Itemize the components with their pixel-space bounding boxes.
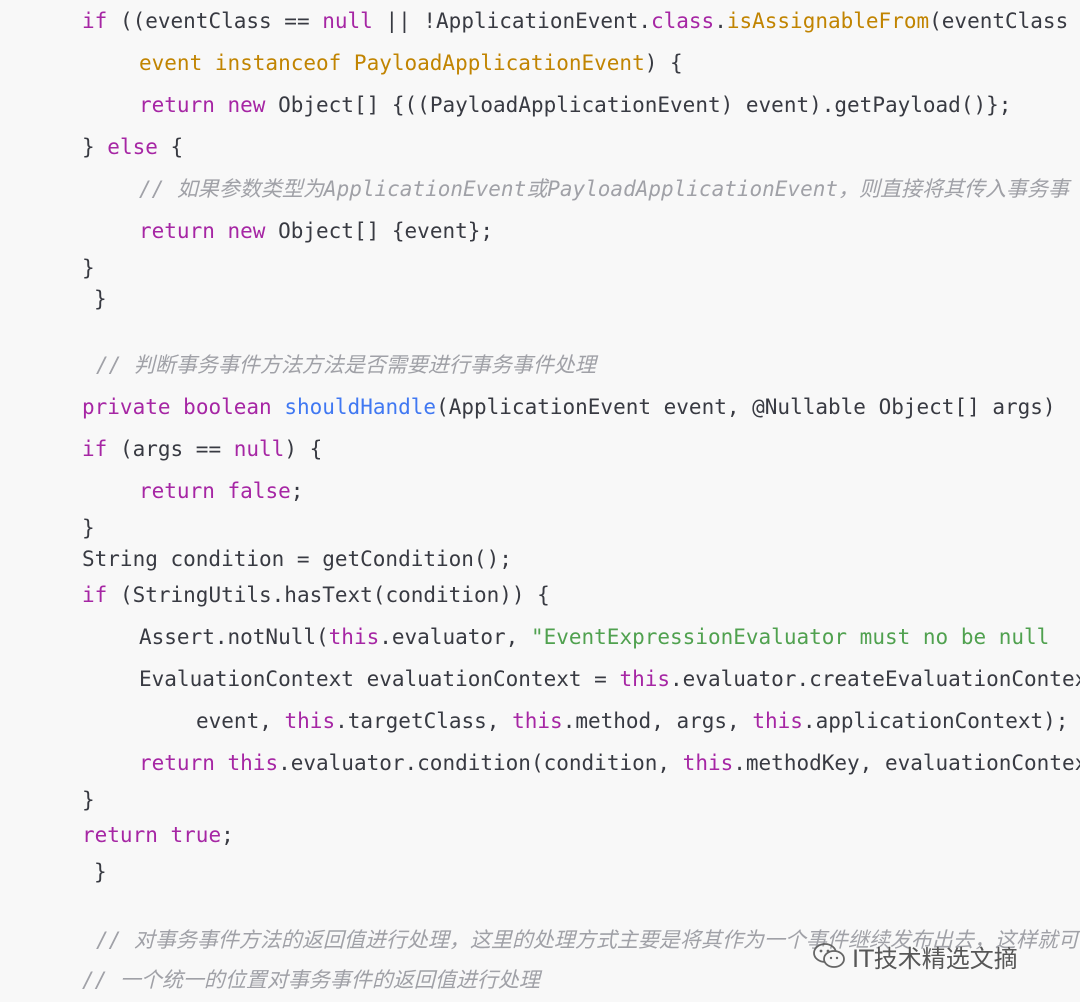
code-line: return false; xyxy=(139,476,303,506)
code-line: event, this.targetClass, this.method, ar… xyxy=(196,706,1068,736)
code-token: .method, args, xyxy=(562,709,753,733)
code-token: null xyxy=(322,9,373,33)
code-token: this xyxy=(512,709,563,733)
code-token: ; xyxy=(290,479,304,503)
code-token: shouldHandle xyxy=(284,395,437,419)
code-token: return xyxy=(139,219,215,243)
code-token: .targetClass, xyxy=(335,709,513,733)
code-token: this xyxy=(682,751,734,775)
code-line: return this.evaluator.condition(conditio… xyxy=(139,748,1080,778)
code-token: event, xyxy=(196,709,285,733)
code-line: return new Object[] {((PayloadApplicatio… xyxy=(139,90,1011,120)
code-line: return true; xyxy=(82,820,234,850)
watermark-text: IT技术精选文摘 xyxy=(852,944,1018,973)
code-line: // 判断事务事件方法方法是否需要进行事务事件处理 xyxy=(96,350,596,380)
code-token: class xyxy=(650,9,715,33)
code-token: isAssignableFrom xyxy=(726,9,930,33)
code-token: else xyxy=(107,135,158,159)
code-line: Assert.notNull(this.evaluator, "EventExp… xyxy=(139,622,1049,652)
code-line: EvaluationContext evaluationContext = th… xyxy=(139,664,1080,694)
code-token: this xyxy=(752,709,803,733)
code-token: Object[] {event}; xyxy=(265,219,494,243)
code-line: } else { xyxy=(82,132,183,162)
code-token: if xyxy=(82,437,108,461)
code-viewer: if ((eventClass == null || !ApplicationE… xyxy=(0,0,1080,1002)
code-token: Object[] {((PayloadApplicationEvent) eve… xyxy=(265,93,1012,117)
code-line: } xyxy=(94,857,107,887)
code-token: null xyxy=(233,437,285,461)
code-token: } xyxy=(82,135,108,159)
code-token: ) { xyxy=(284,437,323,461)
code-token: String condition = getCondition(); xyxy=(82,547,512,571)
code-token: this xyxy=(227,751,279,775)
code-token: new xyxy=(227,219,266,243)
watermark: IT技术精选文摘 xyxy=(812,936,1018,976)
code-token: .applicationContext); xyxy=(802,709,1069,733)
code-token: (eventClass xyxy=(929,9,1069,33)
code-token: // 判断事务事件方法方法是否需要进行事务事件处理 xyxy=(96,353,596,377)
code-token: .methodKey, evaluationContext xyxy=(733,751,1080,775)
code-line: String condition = getCondition(); xyxy=(82,544,512,574)
code-token: } xyxy=(94,287,107,311)
code-token: } xyxy=(94,860,107,884)
code-token: return xyxy=(139,479,215,503)
code-line: } xyxy=(94,284,107,314)
code-token: ((eventClass == xyxy=(107,9,323,33)
code-token: // 如果参数类型为ApplicationEvent或PayloadApplic… xyxy=(139,177,1070,201)
code-token: return xyxy=(139,751,215,775)
code-token: } xyxy=(82,256,95,280)
code-token: true xyxy=(170,823,222,847)
code-token: private xyxy=(82,395,171,419)
code-line: } xyxy=(82,513,95,543)
code-token: (ApplicationEvent event, @Nullable Objec… xyxy=(436,395,1056,419)
code-token: return xyxy=(139,93,215,117)
code-line: event instanceof PayloadApplicationEvent… xyxy=(139,48,683,78)
code-token: Assert.notNull( xyxy=(139,625,329,649)
code-line: } xyxy=(82,785,95,815)
code-token: "EventExpressionEvaluator must no be nul… xyxy=(530,625,1050,649)
code-line: if ((eventClass == null || !ApplicationE… xyxy=(82,6,1068,36)
code-line: if (args == null) { xyxy=(82,434,322,464)
code-token: return xyxy=(82,823,158,847)
code-token: } xyxy=(82,516,95,540)
code-token: new xyxy=(227,93,266,117)
code-line: return new Object[] {event}; xyxy=(139,216,493,246)
code-token: this xyxy=(619,667,671,691)
wechat-icon xyxy=(813,943,845,968)
code-token: false xyxy=(227,479,291,503)
code-token: .evaluator.createEvaluationContext xyxy=(670,667,1080,691)
code-token: .evaluator, xyxy=(379,625,531,649)
code-token: ; xyxy=(221,823,234,847)
code-token: ) { xyxy=(644,51,683,75)
code-token: event instanceof PayloadApplicationEvent xyxy=(139,51,645,75)
code-token: (StringUtils.hasText(condition)) { xyxy=(107,583,550,607)
code-token: this xyxy=(328,625,380,649)
code-line: // 一个统一的位置对事务事件的返回值进行处理 xyxy=(82,965,540,995)
code-token: boolean xyxy=(183,395,272,419)
code-token: } xyxy=(82,788,95,812)
code-line: if (StringUtils.hasText(condition)) { xyxy=(82,580,550,610)
code-token: this xyxy=(284,709,336,733)
code-token: EvaluationContext evaluationContext = xyxy=(139,667,620,691)
code-token: .evaluator.condition(condition, xyxy=(278,751,683,775)
code-token: // 一个统一的位置对事务事件的返回值进行处理 xyxy=(82,968,540,992)
code-token: if xyxy=(82,583,108,607)
code-line: // 如果参数类型为ApplicationEvent或PayloadApplic… xyxy=(139,174,1069,204)
code-line: } xyxy=(82,253,95,283)
code-token: . xyxy=(714,9,727,33)
code-token: (args == xyxy=(107,437,234,461)
code-token: || !ApplicationEvent. xyxy=(372,9,651,33)
code-token: if xyxy=(82,9,108,33)
code-token: { xyxy=(157,135,184,159)
code-line: private boolean shouldHandle(Application… xyxy=(82,392,1056,422)
